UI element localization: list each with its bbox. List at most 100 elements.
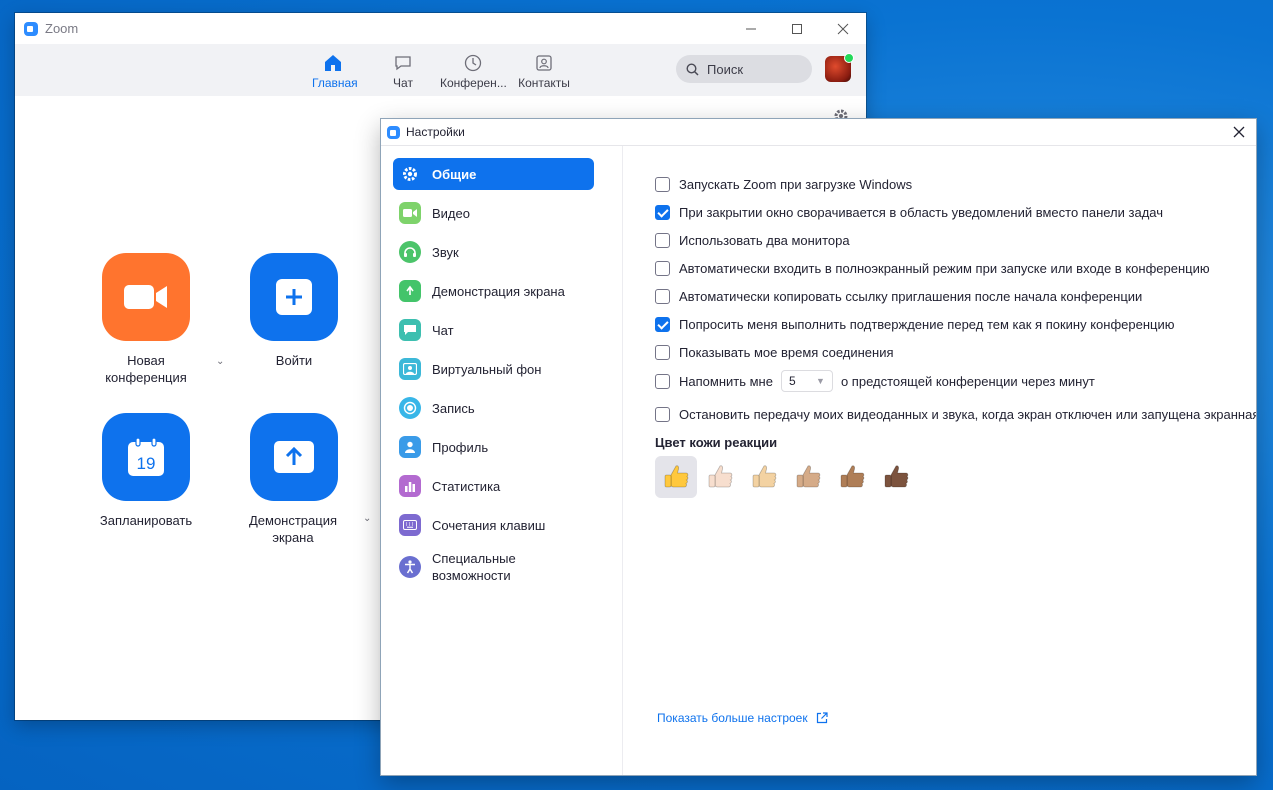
chevron-down-icon: ▼ bbox=[816, 376, 825, 386]
thumbs-up-tone-5[interactable] bbox=[831, 456, 873, 498]
reminder-minutes-select[interactable]: 5 ▼ bbox=[780, 370, 833, 392]
new-meeting-label: Новая конференция bbox=[105, 353, 187, 385]
main-window-title: Zoom bbox=[45, 21, 79, 36]
sidebar-item-profile[interactable]: Профиль bbox=[393, 431, 594, 463]
sidebar-item-virtual-background[interactable]: Виртуальный фон bbox=[393, 353, 594, 385]
profile-icon bbox=[399, 436, 421, 458]
contacts-icon bbox=[536, 55, 552, 71]
option-label: Автоматически копировать ссылку приглаше… bbox=[679, 289, 1143, 304]
nav-tab-contacts[interactable]: Контакты bbox=[518, 54, 570, 90]
share-screen-icon bbox=[399, 280, 421, 302]
virtual-background-icon bbox=[399, 358, 421, 380]
checkbox[interactable] bbox=[655, 345, 670, 360]
skin-tone-picker bbox=[655, 456, 919, 498]
maximize-button[interactable] bbox=[774, 13, 820, 44]
thumbs-up-tone-4[interactable] bbox=[787, 456, 829, 498]
sidebar-item-label: Видео bbox=[432, 205, 470, 221]
thumbs-up-tone-1[interactable] bbox=[655, 456, 697, 498]
sidebar-item-video[interactable]: Видео bbox=[393, 197, 594, 229]
option-label: Запускать Zoom при загрузке Windows bbox=[679, 177, 913, 192]
external-link-icon bbox=[816, 712, 828, 724]
zoom-logo-icon bbox=[387, 125, 400, 139]
thumbs-up-icon bbox=[708, 465, 733, 488]
option-confirm-leave[interactable]: Попросить меня выполнить подтверждение п… bbox=[655, 317, 1174, 332]
option-copy-invite-link[interactable]: Автоматически копировать ссылку приглаше… bbox=[655, 289, 1142, 304]
sidebar-item-label: Чат bbox=[432, 322, 454, 338]
checkbox[interactable] bbox=[655, 373, 670, 389]
option-dual-monitors[interactable]: Использовать два монитора bbox=[655, 233, 850, 248]
option-label: Остановить передачу моих видеоданных и з… bbox=[679, 407, 1256, 422]
sidebar-item-general[interactable]: Общие bbox=[393, 158, 594, 190]
nav-tab-meetings[interactable]: Конферен... bbox=[440, 54, 507, 90]
sidebar-item-accessibility[interactable]: Специальные возможности bbox=[393, 548, 594, 586]
close-button[interactable] bbox=[820, 13, 866, 44]
option-label: Попросить меня выполнить подтверждение п… bbox=[679, 317, 1175, 332]
nav-tab-home[interactable]: Главная bbox=[312, 54, 358, 90]
thumbs-up-icon bbox=[796, 465, 821, 488]
sidebar-item-label: Демонстрация экрана bbox=[432, 283, 565, 299]
search-input[interactable]: Поиск bbox=[676, 55, 812, 83]
minimize-button[interactable] bbox=[728, 13, 774, 44]
option-stop-video-on-screen-off[interactable]: Остановить передачу моих видеоданных и з… bbox=[655, 407, 1256, 422]
checkbox[interactable] bbox=[655, 177, 670, 192]
sidebar-item-label: Статистика bbox=[432, 478, 501, 494]
checkbox[interactable] bbox=[655, 407, 670, 422]
option-label: При закрытии окно сворачивается в област… bbox=[679, 205, 1164, 220]
thumbs-up-icon bbox=[840, 465, 865, 488]
show-more-settings-link[interactable]: Показать больше настроек bbox=[657, 711, 828, 725]
join-button[interactable] bbox=[250, 253, 338, 341]
sidebar-item-label: Виртуальный фон bbox=[432, 361, 542, 377]
sidebar-item-label: Сочетания клавиш bbox=[432, 517, 546, 533]
option-auto-fullscreen[interactable]: Автоматически входить в полноэкранный ре… bbox=[655, 261, 1210, 276]
calendar-icon: 19 bbox=[128, 438, 164, 476]
sidebar-item-audio[interactable]: Звук bbox=[393, 236, 594, 268]
checkbox[interactable] bbox=[655, 205, 670, 220]
record-icon bbox=[399, 397, 421, 419]
checkbox[interactable] bbox=[655, 317, 670, 332]
sidebar-item-chat[interactable]: Чат bbox=[393, 314, 594, 346]
sidebar-item-label: Специальные возможности bbox=[432, 551, 516, 583]
checkbox[interactable] bbox=[655, 233, 670, 248]
option-show-connection-time[interactable]: Показывать мое время соединения bbox=[655, 345, 894, 360]
general-settings-panel: Запускать Zoom при загрузке Windows При … bbox=[623, 146, 1256, 775]
share-screen-label: Демонстрация экрана bbox=[248, 513, 338, 545]
sidebar-item-label: Звук bbox=[432, 244, 459, 260]
thumbs-up-tone-2[interactable] bbox=[699, 456, 741, 498]
checkbox[interactable] bbox=[655, 289, 670, 304]
thumbs-up-tone-6[interactable] bbox=[875, 456, 917, 498]
chevron-down-icon[interactable]: ⌄ bbox=[216, 356, 224, 367]
nav-tab-chat[interactable]: Чат bbox=[391, 54, 415, 90]
option-label: Напомнить мне bbox=[679, 373, 773, 389]
close-icon[interactable] bbox=[1226, 119, 1252, 145]
option-label: Использовать два монитора bbox=[679, 233, 850, 248]
search-icon bbox=[686, 62, 699, 76]
sidebar-item-keyboard-shortcuts[interactable]: Сочетания клавиш bbox=[393, 509, 594, 541]
share-screen-button[interactable] bbox=[250, 413, 338, 501]
option-label: Автоматически входить в полноэкранный ре… bbox=[679, 261, 1210, 276]
sidebar-item-share-screen[interactable]: Демонстрация экрана bbox=[393, 275, 594, 307]
settings-titlebar: Настройки bbox=[381, 119, 1256, 146]
main-navbar: Главная Чат Конферен... Контакты Поиск bbox=[15, 44, 866, 96]
avatar[interactable] bbox=[825, 53, 854, 82]
sidebar-item-label: Профиль bbox=[432, 439, 489, 455]
accessibility-icon bbox=[399, 556, 421, 578]
show-more-settings-label: Показать больше настроек bbox=[657, 711, 808, 725]
chat-icon bbox=[395, 56, 411, 71]
plus-icon bbox=[276, 279, 312, 315]
gear-icon bbox=[399, 163, 421, 185]
option-reminder[interactable]: Напомнить мне 5 ▼ о предстоящей конферен… bbox=[655, 370, 1095, 392]
clock-icon bbox=[464, 54, 482, 72]
new-meeting-button[interactable] bbox=[102, 253, 190, 341]
sidebar-item-statistics[interactable]: Статистика bbox=[393, 470, 594, 502]
option-minimize-to-tray[interactable]: При закрытии окно сворачивается в област… bbox=[655, 205, 1163, 220]
thumbs-up-tone-3[interactable] bbox=[743, 456, 785, 498]
home-icon bbox=[325, 55, 341, 71]
schedule-button[interactable]: 19 bbox=[102, 413, 190, 501]
sidebar-item-recording[interactable]: Запись bbox=[393, 392, 594, 424]
checkbox[interactable] bbox=[655, 261, 670, 276]
zoom-logo-icon bbox=[24, 21, 38, 36]
option-start-with-windows[interactable]: Запускать Zoom при загрузке Windows bbox=[655, 177, 912, 192]
video-camera-icon bbox=[124, 285, 167, 309]
chevron-down-icon[interactable]: ⌄ bbox=[363, 513, 371, 524]
headphones-icon bbox=[399, 241, 421, 263]
